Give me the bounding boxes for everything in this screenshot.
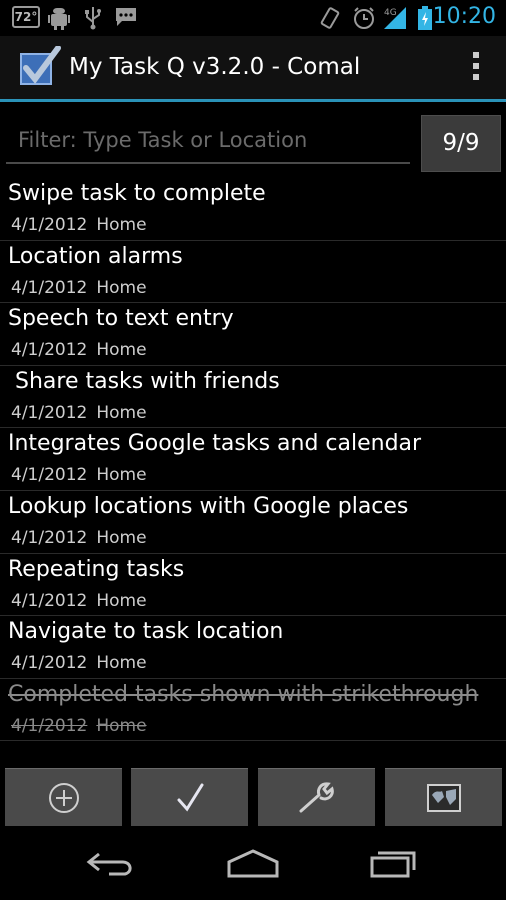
- status-bar: 72° 4G 10:20: [0, 0, 506, 36]
- task-row[interactable]: Speech to text entry 4/1/2012 Home: [0, 303, 506, 366]
- task-date: 4/1/2012: [11, 715, 88, 736]
- task-location: Home: [96, 277, 147, 298]
- task-row[interactable]: Lookup locations with Google places 4/1/2…: [0, 491, 506, 554]
- task-location: Home: [96, 715, 147, 736]
- clock: 10:20: [432, 4, 496, 29]
- chat-icon: [116, 8, 136, 26]
- add-task-button[interactable]: [5, 768, 122, 826]
- task-meta: 4/1/2012 Home: [11, 716, 147, 736]
- navigation-bar: [0, 830, 506, 900]
- task-meta: 4/1/2012 Home: [11, 465, 147, 485]
- task-meta: 4/1/2012 Home: [11, 340, 147, 360]
- task-title: Lookup locations with Google places: [8, 493, 409, 519]
- task-location: Home: [96, 527, 147, 548]
- task-date: 4/1/2012: [11, 277, 88, 298]
- usb-icon: [85, 7, 101, 30]
- task-location: Home: [96, 340, 147, 361]
- task-row[interactable]: Share tasks with friends 4/1/2012 Home: [0, 366, 506, 429]
- task-meta: 4/1/2012 Home: [11, 278, 147, 298]
- add-circle-icon: [48, 782, 79, 813]
- task-location: Home: [96, 653, 147, 674]
- task-date: 4/1/2012: [11, 590, 88, 611]
- task-meta: 4/1/2012 Home: [11, 403, 147, 423]
- wrench-icon: [299, 781, 334, 812]
- checkmark-icon: [177, 783, 203, 811]
- action-bar-divider: [0, 99, 506, 102]
- recents-icon[interactable]: [368, 848, 418, 878]
- task-title: Completed tasks shown with strikethrough: [8, 681, 479, 707]
- task-date: 4/1/2012: [11, 402, 88, 423]
- task-date: 4/1/2012: [11, 465, 88, 486]
- task-row[interactable]: Integrates Google tasks and calendar 4/1/…: [0, 428, 506, 491]
- task-list[interactable]: Swipe task to complete 4/1/2012 Home Locati…: [0, 178, 506, 742]
- action-bar: My Task Q v3.2.0 - Comal: [0, 36, 506, 100]
- filter-input[interactable]: [6, 118, 410, 164]
- task-title: Location alarms: [8, 243, 183, 269]
- task-title: Swipe task to complete: [8, 181, 266, 206]
- vibrate-icon: [320, 7, 340, 29]
- task-location: Home: [96, 215, 147, 235]
- task-title: Navigate to task location: [8, 619, 284, 645]
- task-location: Home: [96, 465, 147, 486]
- task-meta: 4/1/2012 Home: [11, 653, 147, 673]
- battery-charging-icon: [418, 6, 432, 30]
- task-date: 4/1/2012: [11, 653, 88, 674]
- task-meta: 4/1/2012 Home: [11, 591, 147, 611]
- bottom-toolbar: [0, 768, 506, 826]
- task-row[interactable]: Swipe task to complete 4/1/2012 Home: [0, 178, 506, 241]
- task-row[interactable]: Location alarms 4/1/2012 Home: [0, 241, 506, 304]
- map-icon: [426, 783, 461, 812]
- task-date: 4/1/2012: [11, 215, 88, 235]
- task-row[interactable]: Completed tasks shown with strikethrough…: [0, 679, 506, 742]
- android-icon: [48, 8, 70, 30]
- task-date: 4/1/2012: [11, 527, 88, 548]
- task-count-button[interactable]: 9/9: [421, 115, 501, 172]
- signal-icon: 4G: [384, 7, 406, 29]
- settings-button[interactable]: [258, 768, 375, 826]
- task-title: Integrates Google tasks and calendar: [8, 431, 422, 457]
- alarm-icon: [354, 7, 374, 29]
- complete-task-button[interactable]: [131, 768, 248, 826]
- map-button[interactable]: [385, 768, 502, 826]
- svg-text:4G: 4G: [384, 8, 397, 18]
- app-title: My Task Q v3.2.0 - Comal: [69, 54, 361, 80]
- task-title: Share tasks with friends: [8, 368, 280, 394]
- home-icon[interactable]: [225, 848, 281, 878]
- weather-icon: 72°: [12, 6, 40, 28]
- task-row[interactable]: Repeating tasks 4/1/2012 Home: [0, 554, 506, 617]
- task-row[interactable]: Navigate to task location 4/1/2012 Home: [0, 616, 506, 679]
- back-icon[interactable]: [85, 848, 137, 878]
- overflow-menu-icon[interactable]: [470, 52, 482, 84]
- task-location: Home: [96, 402, 147, 423]
- task-date: 4/1/2012: [11, 340, 88, 361]
- task-title: Speech to text entry: [8, 306, 234, 332]
- task-location: Home: [96, 590, 147, 611]
- task-meta: 4/1/2012 Home: [11, 215, 147, 235]
- task-meta: 4/1/2012 Home: [11, 528, 147, 548]
- task-title: Repeating tasks: [8, 556, 185, 582]
- checkbox-check-icon[interactable]: [18, 46, 62, 90]
